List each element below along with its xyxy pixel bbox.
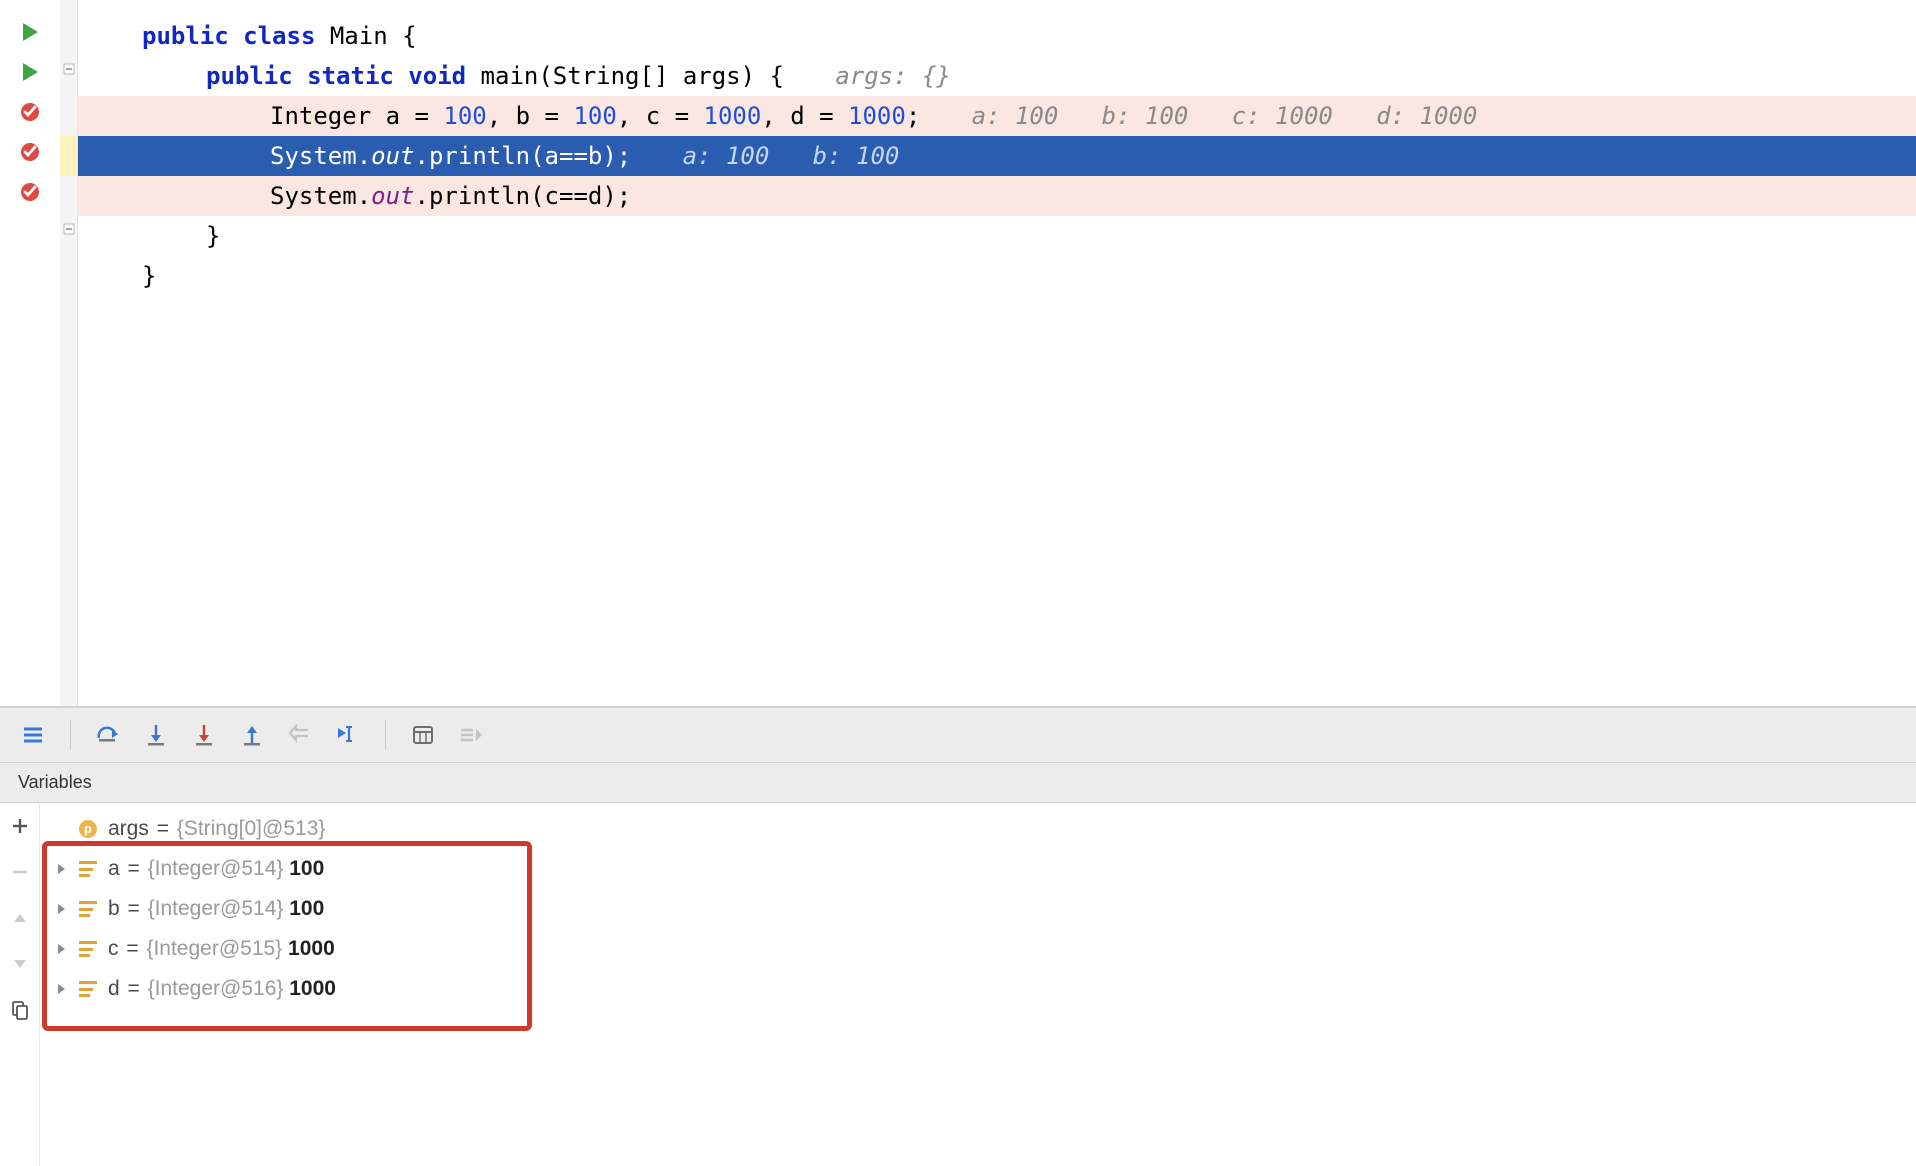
code-text: Integer a = 100, b = 100, c = 1000, d = … — [270, 96, 964, 136]
variables-tab-label: Variables — [18, 772, 92, 793]
variable-text: args = {String[0]@513} — [108, 817, 325, 841]
code-content[interactable]: public class Main {public static void ma… — [78, 0, 1916, 706]
variable-row-b[interactable]: b = {Integer@514} 100 — [40, 889, 1916, 929]
variable-row-d[interactable]: d = {Integer@516} 1000 — [40, 969, 1916, 1009]
code-line-1[interactable]: public class Main { — [78, 16, 1916, 56]
force-step-into-icon[interactable] — [189, 720, 219, 750]
run-to-cursor-icon[interactable] — [333, 720, 363, 750]
code-text: } — [206, 216, 220, 256]
inline-hint: a: 100 b: 100 c: 1000 d: 1000 — [972, 96, 1478, 136]
gutter — [0, 0, 60, 706]
inline-hint: a: 100 b: 100 — [683, 136, 900, 176]
move-down-icon — [9, 953, 31, 975]
variable-text: a = {Integer@514} 100 — [108, 857, 324, 881]
debug-toolbar — [0, 707, 1916, 763]
field-bars-icon — [78, 939, 98, 959]
exec-pointer-bar — [60, 136, 77, 176]
new-watch-icon[interactable] — [9, 815, 31, 837]
variable-text: c = {Integer@515} 1000 — [108, 937, 335, 961]
expand-icon[interactable] — [54, 943, 68, 955]
trace-icon — [456, 720, 486, 750]
inline-hint: args: {} — [835, 56, 951, 96]
variables-panel: p args = {String[0]@513} a = {Integer@514}… — [0, 803, 1916, 1166]
code-line-2[interactable]: public static void main(String[] args) {… — [78, 56, 1916, 96]
variables-tree[interactable]: p args = {String[0]@513} a = {Integer@514}… — [40, 803, 1916, 1166]
variable-row-args[interactable]: p args = {String[0]@513} — [40, 809, 1916, 849]
step-into-icon[interactable] — [141, 720, 171, 750]
code-text: public static void main(String[] args) { — [206, 56, 827, 96]
field-bars-icon — [78, 859, 98, 879]
variable-text: d = {Integer@516} 1000 — [108, 977, 336, 1001]
code-line-6[interactable]: } — [78, 216, 1916, 256]
fold-gutter — [60, 0, 78, 706]
code-line-5[interactable]: System.out.println(c==d); — [78, 176, 1916, 216]
code-line-3[interactable]: Integer a = 100, b = 100, c = 1000, d = … — [78, 96, 1916, 136]
field-bars-icon — [78, 979, 98, 999]
code-line-7[interactable]: } — [78, 256, 1916, 296]
run-class-icon[interactable] — [16, 18, 44, 46]
variables-tab-header[interactable]: Variables — [0, 763, 1916, 803]
fold-open-icon[interactable] — [62, 62, 76, 76]
variable-row-c[interactable]: c = {Integer@515} 1000 — [40, 929, 1916, 969]
code-line-4[interactable]: System.out.println(a==b); a: 100 b: 100 — [78, 136, 1916, 176]
expand-icon[interactable] — [54, 983, 68, 995]
breakpoint-current-icon[interactable] — [16, 138, 44, 166]
breakpoint-icon[interactable] — [16, 178, 44, 206]
code-editor[interactable]: public class Main {public static void ma… — [0, 0, 1916, 707]
move-up-icon — [9, 907, 31, 929]
expand-icon[interactable] — [54, 863, 68, 875]
toolbar-separator — [385, 720, 386, 750]
remove-watch-icon — [9, 861, 31, 883]
field-bars-icon — [78, 899, 98, 919]
param-badge-icon: p — [78, 819, 98, 839]
drop-frame-icon — [285, 720, 315, 750]
run-method-icon[interactable] — [16, 58, 44, 86]
breakpoint-hit-icon[interactable] — [16, 98, 44, 126]
code-text: System.out.println(c==d); — [270, 176, 631, 216]
code-text: } — [142, 256, 156, 296]
expand-icon[interactable] — [54, 903, 68, 915]
evaluate-icon[interactable] — [408, 720, 438, 750]
copy-icon[interactable] — [9, 999, 31, 1021]
variables-side-toolbar — [0, 803, 40, 1166]
toolbar-separator — [70, 720, 71, 750]
step-out-icon[interactable] — [237, 720, 267, 750]
step-over-icon[interactable] — [93, 720, 123, 750]
variable-text: b = {Integer@514} 100 — [108, 897, 324, 921]
code-text: public class Main { — [142, 16, 417, 56]
show-frames-icon[interactable] — [18, 720, 48, 750]
code-text: System.out.println(a==b); — [270, 136, 675, 176]
variable-row-a[interactable]: a = {Integer@514} 100 — [40, 849, 1916, 889]
fold-close-icon[interactable] — [62, 222, 76, 236]
